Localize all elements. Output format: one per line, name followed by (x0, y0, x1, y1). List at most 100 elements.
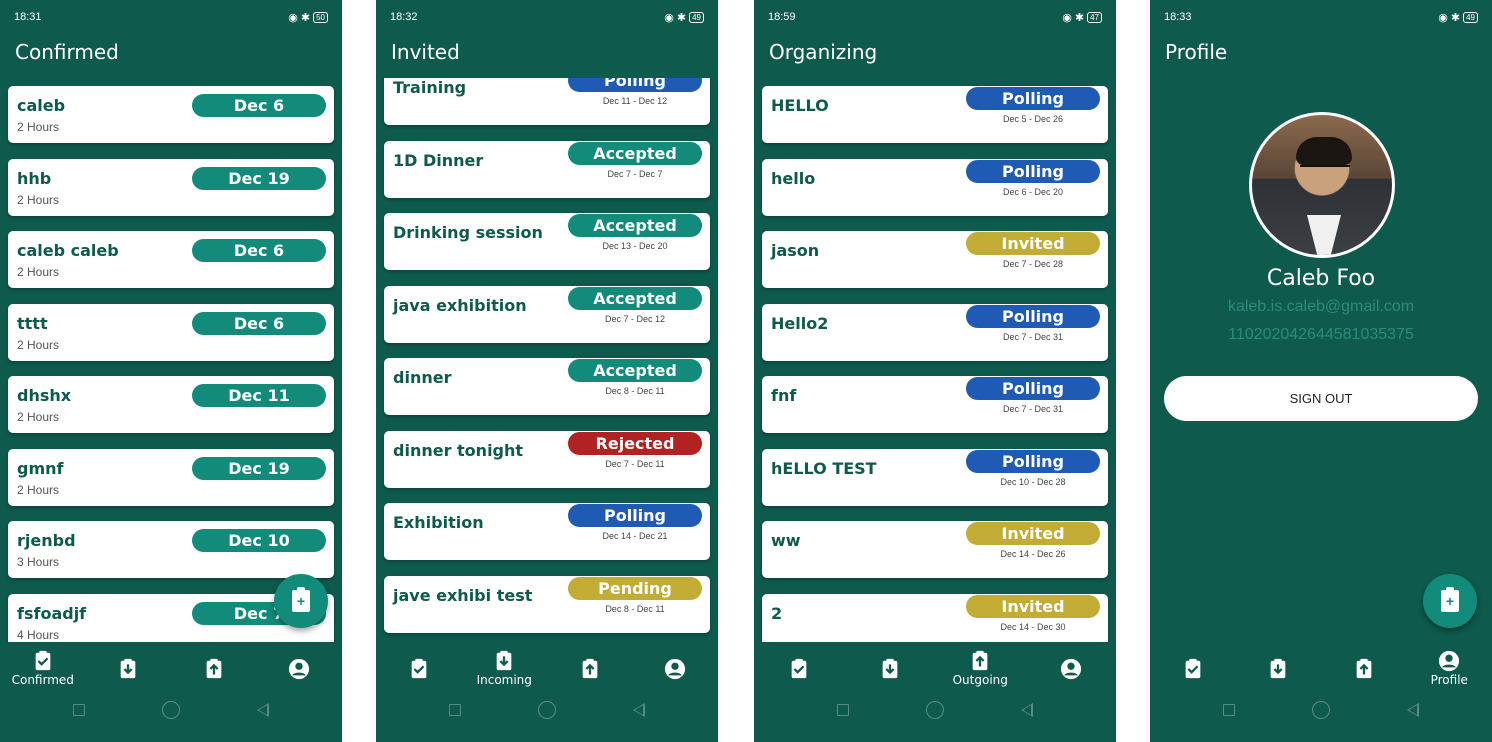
event-list[interactable]: Training Polling Dec 11 - Dec 12 1D Dinner A… (376, 78, 718, 642)
recent-apps-icon[interactable] (837, 704, 849, 716)
recent-apps-icon[interactable] (73, 704, 85, 716)
battery-level: 49 (1463, 12, 1478, 23)
nav-item-confirmed[interactable] (379, 642, 459, 692)
event-card[interactable]: tttt Dec 6 2 Hours (8, 303, 334, 361)
status-badge: Dec 19 (192, 166, 326, 190)
nav-item-profile[interactable] (1031, 642, 1111, 692)
recent-apps-icon[interactable] (1223, 704, 1235, 716)
status-badge: Polling (966, 304, 1100, 328)
nav-label-incoming: Incoming (476, 673, 532, 687)
home-icon[interactable] (162, 701, 180, 719)
event-card[interactable]: fnf Polling Dec 7 - Dec 31 (762, 376, 1108, 433)
status-icons: ◉ ✱ 50 (288, 11, 328, 24)
nav-label-outgoing: Outgoing (952, 673, 1008, 687)
confirmed-nav-icon (408, 658, 430, 680)
event-card[interactable]: dhshx Dec 11 2 Hours (8, 376, 334, 433)
event-list[interactable]: HELLO Polling Dec 5 - Dec 26 hello Polling De… (754, 78, 1116, 642)
back-icon[interactable] (1407, 703, 1419, 717)
nav-item-incoming[interactable]: Incoming (464, 642, 544, 692)
status-badge: Dec 10 (192, 529, 326, 552)
event-card[interactable]: Training Polling Dec 11 - Dec 12 (384, 78, 710, 125)
event-name: ww (771, 531, 801, 550)
profile-id: 110202042644581035375 (1228, 326, 1414, 343)
bottom-navigation: Confirmed (0, 642, 342, 692)
event-name: 2 (771, 603, 783, 623)
event-card[interactable]: jave exhibi test Pending Dec 8 - Dec 11 (384, 575, 710, 633)
profile-nav-icon (288, 658, 310, 680)
nav-item-incoming[interactable] (850, 642, 930, 692)
event-date-range: Dec 11 - Dec 12 (602, 96, 668, 106)
event-card[interactable]: hello Polling Dec 6 - Dec 20 (762, 158, 1108, 216)
event-card[interactable]: caleb Dec 6 2 Hours (8, 86, 334, 143)
status-badge: Polling (966, 159, 1100, 183)
nav-label-profile: Profile (1430, 673, 1468, 687)
sign-out-button[interactable]: SIGN OUT (1164, 376, 1478, 421)
status-badge: Dec 6 (192, 94, 326, 117)
event-card[interactable]: dinner tonight Rejected Dec 7 - Dec 11 (384, 430, 710, 488)
status-badge: Polling (966, 87, 1100, 110)
outgoing-nav-icon (1353, 658, 1375, 680)
event-card[interactable]: jason Invited Dec 7 - Dec 28 (762, 231, 1108, 288)
event-card[interactable]: Exhibition Polling Dec 14 - Dec 21 (384, 503, 710, 560)
status-time: 18:32 (390, 11, 418, 23)
wifi-icon: ◉ ✱ (288, 12, 311, 24)
nav-item-profile[interactable] (635, 642, 715, 692)
event-card[interactable]: java exhibition Accepted Dec 7 - Dec 12 (384, 285, 710, 343)
back-icon[interactable] (1021, 703, 1033, 717)
event-name: gmnf (17, 458, 64, 478)
event-card[interactable]: hhb Dec 19 2 Hours (8, 158, 334, 216)
nav-item-incoming[interactable] (88, 642, 168, 692)
event-card[interactable]: ww Invited Dec 14 - Dec 26 (762, 521, 1108, 578)
recent-apps-icon[interactable] (449, 704, 461, 716)
event-card[interactable]: dinner Accepted Dec 8 - Dec 11 (384, 358, 710, 415)
profile-nav-icon (1438, 650, 1460, 672)
nav-item-outgoing[interactable] (174, 642, 254, 692)
wifi-icon: ◉ ✱ (1062, 12, 1085, 24)
nav-item-confirmed[interactable] (1153, 642, 1233, 692)
status-badge: Invited (966, 594, 1100, 618)
event-duration: 2 Hours (17, 192, 60, 207)
avatar (1249, 112, 1395, 258)
home-icon[interactable] (926, 701, 944, 719)
back-icon[interactable] (633, 703, 645, 717)
event-card[interactable]: Hello2 Polling Dec 7 - Dec 31 (762, 303, 1108, 361)
event-card[interactable]: Drinking session Accepted Dec 13 - Dec 20 (384, 213, 710, 270)
status-icons: ◉ ✱ 47 (1062, 11, 1102, 24)
status-time: 18:31 (14, 11, 42, 23)
home-icon[interactable] (538, 701, 556, 719)
event-card[interactable]: caleb caleb Dec 6 2 Hours (8, 231, 334, 288)
nav-item-confirmed[interactable] (759, 642, 839, 692)
nav-item-outgoing[interactable] (1324, 642, 1404, 692)
event-name: rjenbd (17, 531, 76, 550)
event-card[interactable]: 2 Invited Dec 14 - Dec 30 (762, 593, 1108, 642)
phone-screen-1: 18:31 ◉ ✱ 50 Confirmed caleb Dec 6 2 Hours hhb D… (0, 0, 342, 742)
nav-item-outgoing[interactable]: Outgoing (940, 642, 1020, 692)
nav-item-profile[interactable]: Profile (1409, 642, 1489, 692)
event-card[interactable]: gmnf Dec 19 2 Hours (8, 448, 334, 506)
back-icon[interactable] (257, 703, 269, 717)
event-name: jason (771, 241, 820, 260)
event-date-range: Dec 7 - Dec 31 (1002, 404, 1064, 414)
status-badge: Accepted (568, 141, 702, 165)
add-event-button[interactable]: + (274, 574, 328, 628)
event-card[interactable]: hELLO TEST Polling Dec 10 - Dec 28 (762, 448, 1108, 506)
event-name: fnf (771, 386, 797, 405)
event-card[interactable]: 1D Dinner Accepted Dec 7 - Dec 7 (384, 140, 710, 198)
event-date-range: Dec 8 - Dec 11 (605, 603, 665, 614)
event-card[interactable]: rjenbd Dec 10 3 Hours (8, 521, 334, 578)
nav-item-profile[interactable] (259, 642, 339, 692)
profile-nav-icon (664, 658, 686, 680)
status-badge: Accepted (568, 359, 702, 382)
status-badge: Polling (568, 78, 702, 92)
home-icon[interactable] (1312, 701, 1330, 719)
event-list[interactable]: caleb Dec 62 Hours hhb Dec 19 2 Hours caleb c… (0, 78, 342, 642)
nav-item-outgoing[interactable] (550, 642, 630, 692)
event-date-range: Dec 7 - Dec 31 (1002, 331, 1064, 342)
status-badge: Accepted (568, 286, 702, 310)
event-card[interactable]: HELLO Polling Dec 5 - Dec 26 (762, 86, 1108, 143)
nav-item-incoming[interactable] (1238, 642, 1318, 692)
status-badge: Invited (966, 522, 1100, 545)
status-badge: Polling (568, 504, 702, 527)
add-event-button[interactable]: + (1423, 574, 1477, 628)
nav-item-confirmed[interactable]: Confirmed (3, 642, 83, 692)
